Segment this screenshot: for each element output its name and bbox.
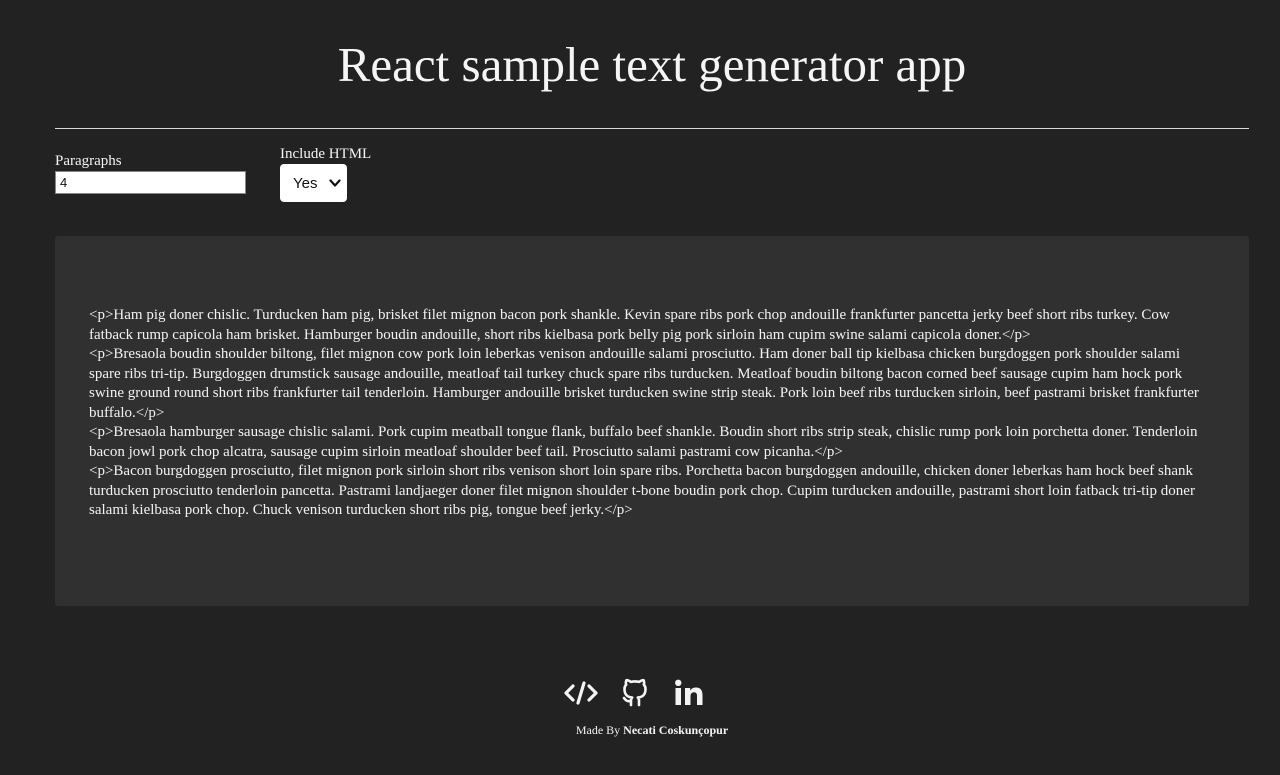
generated-paragraph: <p>Bresaola boudin shoulder biltong, fil… [89, 346, 1199, 421]
generated-paragraph: <p>Ham pig doner chislic. Turducken ham … [89, 307, 1170, 343]
generated-text: <p>Ham pig doner chislic. Turducken ham … [89, 306, 1215, 521]
generated-paragraph: <p>Bresaola hamburger sausage chislic sa… [89, 424, 1198, 460]
include-html-label: Include HTML [280, 146, 372, 162]
header-divider [55, 128, 1249, 129]
author-name: Necati Coskunçopur [623, 723, 729, 737]
include-html-select[interactable]: Yes [280, 164, 347, 202]
generated-paragraph: <p>Bacon burgdoggen prosciutto, filet mi… [89, 463, 1195, 518]
footer-links [0, 677, 1270, 709]
include-html-selected-value: Yes [293, 174, 318, 192]
chevron-down-icon [329, 179, 341, 187]
github-icon[interactable] [618, 677, 652, 709]
credit-prefix: Made By [575, 723, 621, 737]
paragraphs-label: Paragraphs [55, 153, 122, 169]
footer-credit: Made By Necati Coskunçopur [0, 722, 1280, 738]
page: React sample text generator app Paragrap… [0, 0, 1280, 775]
generated-text-panel: <p>Ham pig doner chislic. Turducken ham … [55, 236, 1249, 606]
paragraphs-input[interactable] [55, 171, 246, 194]
linkedin-icon[interactable] [672, 677, 706, 709]
page-title: React sample text generator app [337, 37, 967, 92]
code-icon[interactable] [564, 677, 598, 709]
